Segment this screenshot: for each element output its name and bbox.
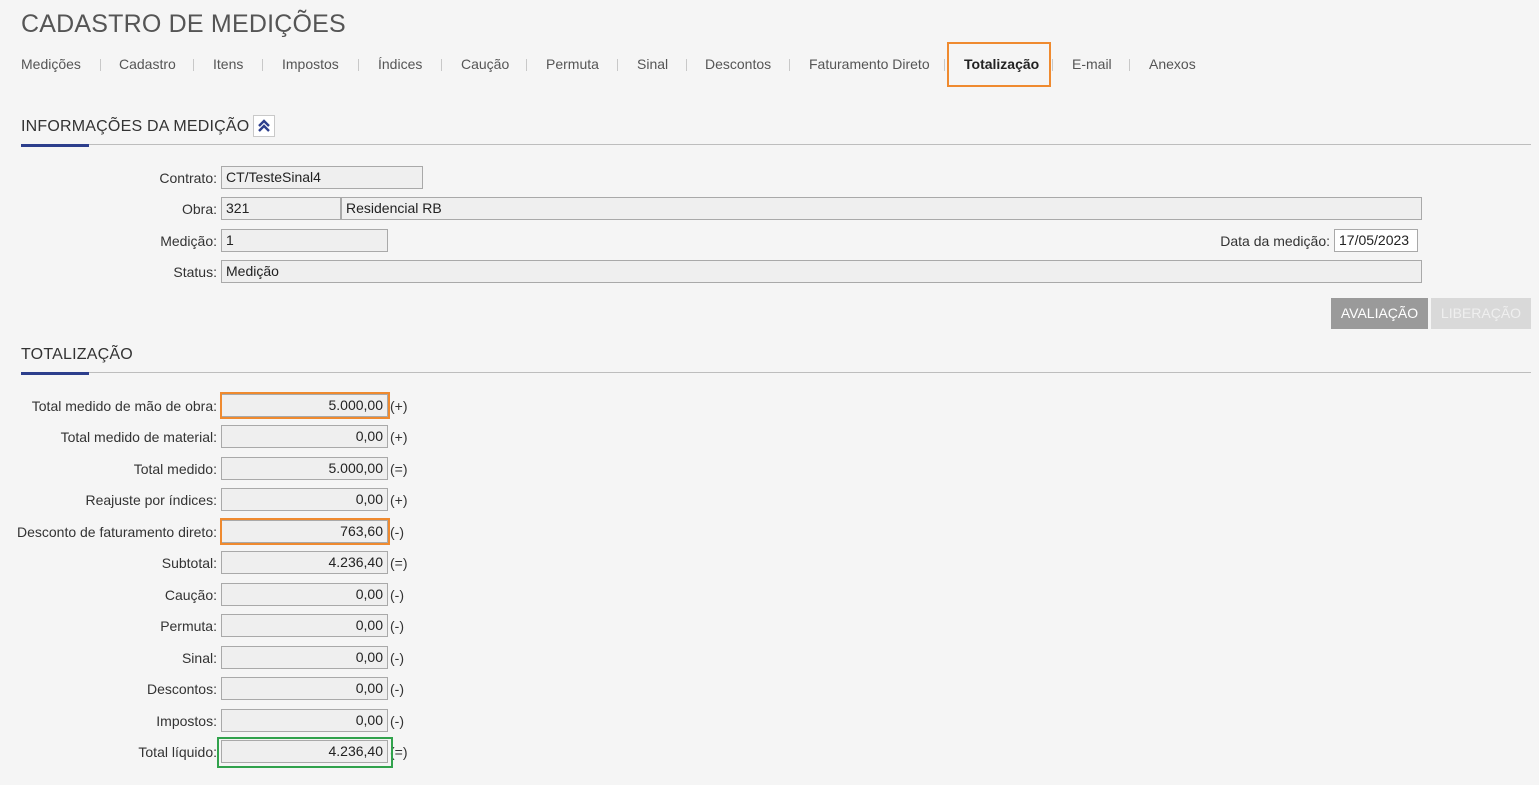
section-accent [21,372,89,375]
tab-separator [1052,59,1053,71]
tab-separator [617,59,618,71]
caucao-label: Caução: [164,587,217,603]
desconto-highlight-box [220,518,390,545]
operator-sign: (-) [390,681,404,697]
tab-medicoes[interactable]: Medições [21,42,81,86]
totals-section-title: TOTALIZAÇÃO [21,346,133,363]
avaliacao-button[interactable]: AVALIAÇÃO [1331,298,1428,329]
operator-sign: (-) [390,618,404,634]
sinal-label: Sinal: [181,650,217,666]
impostos-field[interactable]: 0,00 [221,709,388,732]
obra-label: Obra: [181,201,217,217]
collapse-section-button[interactable] [253,115,275,137]
operator-sign: (-) [390,587,404,603]
tab-email[interactable]: E-mail [1072,42,1112,86]
section-accent [21,144,89,147]
double-chevron-up-icon [258,119,270,132]
subtotal-label: Subtotal: [161,555,217,571]
tab-faturamento-direto[interactable]: Faturamento Direto [809,42,930,86]
subtotal-field[interactable]: 4.236,40 [221,551,388,574]
total-medido-label: Total medido: [133,461,217,477]
reajuste-indices-label: Reajuste por índices: [85,492,217,508]
descontos-field[interactable]: 0,00 [221,677,388,700]
tab-sinal[interactable]: Sinal [637,42,668,86]
impostos-label: Impostos: [156,713,217,729]
permuta-label: Permuta: [160,618,217,634]
tab-impostos[interactable]: Impostos [282,42,339,86]
operator-sign: (=) [390,555,408,571]
mao-obra-highlight-box [220,392,390,419]
page-title: CADASTRO DE MEDIÇÕES [21,10,346,38]
permuta-field[interactable]: 0,00 [221,614,388,637]
data-medicao-label: Data da medição: [1220,233,1330,249]
operator-sign: (+) [390,492,408,508]
tab-descontos[interactable]: Descontos [705,42,771,86]
total-mao-obra-label: Total medido de mão de obra: [31,398,217,414]
tab-anexos[interactable]: Anexos [1149,42,1196,86]
tab-separator [1129,59,1130,71]
total-liquido-highlight-box [217,737,393,768]
tab-separator [262,59,263,71]
total-liquido-label: Total líquido: [138,744,217,760]
active-tab-highlight [947,42,1051,87]
operator-sign: (-) [390,713,404,729]
tab-separator [441,59,442,71]
medicao-field[interactable]: 1 [221,229,388,252]
contrato-field[interactable]: CT/TesteSinal4 [221,166,423,189]
status-field[interactable]: Medição [221,260,1422,283]
obra-code-field[interactable]: 321 [221,197,341,220]
section-divider [21,144,1531,145]
contrato-label: Contrato: [159,170,217,186]
total-medido-field[interactable]: 5.000,00 [221,457,388,480]
sinal-field[interactable]: 0,00 [221,646,388,669]
desconto-faturamento-label: Desconto de faturamento direto: [16,524,217,540]
tab-permuta[interactable]: Permuta [546,42,599,86]
tab-separator [358,59,359,71]
obra-name-field[interactable]: Residencial RB [341,197,1422,220]
section-divider [21,372,1531,373]
operator-sign: (+) [390,398,408,414]
liberacao-button[interactable]: LIBERAÇÃO [1431,298,1531,329]
tab-bar: Medições Cadastro Itens Impostos Índices… [0,42,1539,86]
status-label: Status: [173,264,217,280]
tab-caucao[interactable]: Caução [461,42,509,86]
operator-sign: (=) [390,461,408,477]
operator-sign: (-) [390,650,404,666]
data-medicao-field[interactable]: 17/05/2023 [1334,229,1418,252]
operator-sign: (+) [390,429,408,445]
total-material-label: Total medido de material: [60,429,217,445]
tab-separator [789,59,790,71]
info-section-title: INFORMAÇÕES DA MEDIÇÃO [21,118,250,135]
descontos-label: Descontos: [146,681,217,697]
operator-sign: (-) [390,524,404,540]
tab-separator [526,59,527,71]
caucao-field[interactable]: 0,00 [221,583,388,606]
tab-separator [193,59,194,71]
tab-separator [100,59,101,71]
medicao-label: Medição: [160,233,217,249]
reajuste-indices-field[interactable]: 0,00 [221,488,388,511]
tab-separator [944,59,945,71]
tab-indices[interactable]: Índices [378,42,422,86]
tab-cadastro[interactable]: Cadastro [119,42,176,86]
tab-separator [686,59,687,71]
tab-itens[interactable]: Itens [213,42,243,86]
total-material-field[interactable]: 0,00 [221,425,388,448]
